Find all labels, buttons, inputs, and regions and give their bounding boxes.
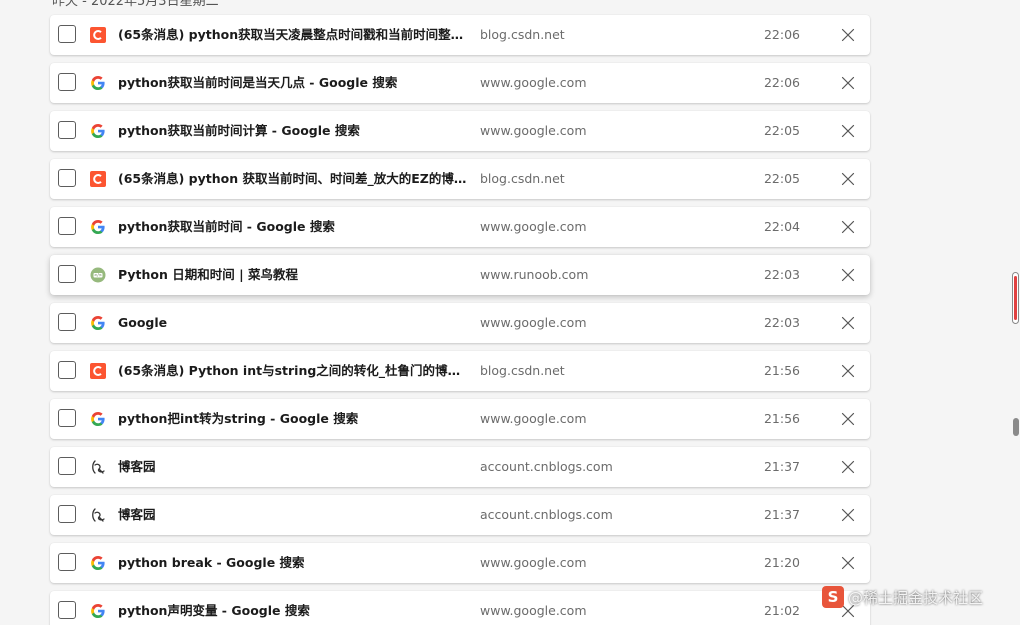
history-row[interactable]: python声明变量 - Google 搜索 www.google.com 21… (50, 591, 870, 625)
row-checkbox[interactable] (58, 601, 76, 619)
row-checkbox[interactable] (58, 169, 76, 187)
row-title[interactable]: python获取当前时间计算 - Google 搜索 (118, 111, 470, 151)
history-row[interactable]: Google www.google.com 22:03 (50, 303, 870, 343)
row-domain: www.google.com (480, 411, 587, 426)
watermark: S @稀土掘金技术社区 (822, 584, 983, 610)
row-domain: www.google.com (480, 75, 587, 90)
row-time: 21:56 (763, 363, 800, 378)
row-title[interactable]: (65条消息) python获取当天凌晨整点时间戳和当前时间整点时... (118, 15, 470, 55)
row-title[interactable]: python break - Google 搜索 (118, 543, 470, 583)
row-domain: blog.csdn.net (480, 171, 565, 186)
row-domain: blog.csdn.net (480, 363, 565, 378)
row-domain: www.runoob.com (480, 267, 589, 282)
close-icon[interactable] (840, 363, 856, 379)
row-checkbox[interactable] (58, 505, 76, 523)
scrollbar-thumb-outer[interactable] (1012, 272, 1019, 324)
watermark-text: @稀土掘金技术社区 (848, 588, 984, 607)
close-icon[interactable] (840, 555, 856, 571)
csdn-icon (90, 27, 106, 43)
row-domain: www.google.com (480, 123, 587, 138)
row-time: 21:56 (763, 411, 800, 426)
row-time: 22:06 (763, 75, 800, 90)
row-time: 22:04 (763, 219, 800, 234)
close-icon[interactable] (840, 267, 856, 283)
row-time: 22:03 (763, 315, 800, 330)
row-domain: account.cnblogs.com (480, 507, 613, 522)
google-icon (90, 315, 106, 331)
row-title[interactable]: (65条消息) python 获取当前时间、时间差_放大的EZ的博客-CS... (118, 159, 470, 199)
row-checkbox[interactable] (58, 25, 76, 43)
row-time: 21:37 (763, 459, 800, 474)
row-title[interactable]: python获取当前时间 - Google 搜索 (118, 207, 470, 247)
google-icon (90, 411, 106, 427)
row-checkbox[interactable] (58, 217, 76, 235)
google-icon (90, 219, 106, 235)
google-icon (90, 603, 106, 619)
row-domain: www.google.com (480, 603, 587, 618)
row-time: 22:05 (763, 171, 800, 186)
history-row[interactable]: python break - Google 搜索 www.google.com … (50, 543, 870, 583)
row-time: 21:20 (763, 555, 800, 570)
close-icon[interactable] (840, 27, 856, 43)
history-row[interactable]: 博客园 account.cnblogs.com 21:37 (50, 447, 870, 487)
row-time: 21:37 (763, 507, 800, 522)
row-title[interactable]: 博客园 (118, 447, 470, 487)
google-icon (90, 75, 106, 91)
row-time: 21:02 (763, 603, 800, 618)
history-list: (65条消息) python获取当天凌晨整点时间戳和当前时间整点时... blo… (50, 15, 870, 625)
row-title[interactable]: Python 日期和时间 | 菜鸟教程 (118, 255, 470, 295)
scrollbar-thumb[interactable] (1013, 418, 1019, 436)
row-checkbox[interactable] (58, 361, 76, 379)
row-domain: www.google.com (480, 555, 587, 570)
close-icon[interactable] (840, 219, 856, 235)
row-title[interactable]: 博客园 (118, 495, 470, 535)
row-checkbox[interactable] (58, 265, 76, 283)
svg-text:</>: </> (94, 273, 102, 278)
row-domain: www.google.com (480, 219, 587, 234)
close-icon[interactable] (840, 75, 856, 91)
google-icon (90, 555, 106, 571)
close-icon[interactable] (840, 315, 856, 331)
cnblogs-icon (90, 507, 106, 523)
history-page: 昨天 - 2022年5月3日星期二 (65条消息) python获取当天凌晨整点… (0, 0, 1020, 625)
close-icon[interactable] (840, 171, 856, 187)
history-row[interactable]: python获取当前时间 - Google 搜索 www.google.com … (50, 207, 870, 247)
row-domain: www.google.com (480, 315, 587, 330)
row-time: 22:06 (763, 27, 800, 42)
history-row[interactable]: 博客园 account.cnblogs.com 21:37 (50, 495, 870, 535)
row-checkbox[interactable] (58, 121, 76, 139)
history-row[interactable]: (65条消息) python 获取当前时间、时间差_放大的EZ的博客-CS...… (50, 159, 870, 199)
history-row[interactable]: python获取当前时间计算 - Google 搜索 www.google.co… (50, 111, 870, 151)
row-time: 22:03 (763, 267, 800, 282)
cnblogs-icon (90, 459, 106, 475)
row-title[interactable]: python声明变量 - Google 搜索 (118, 591, 470, 625)
close-icon[interactable] (840, 459, 856, 475)
row-title[interactable]: (65条消息) Python int与string之间的转化_杜鲁门的博客-CS… (118, 351, 470, 391)
runoob-icon: </> (90, 267, 106, 283)
history-row[interactable]: python把int转为string - Google 搜索 www.googl… (50, 399, 870, 439)
google-icon (90, 123, 106, 139)
row-checkbox[interactable] (58, 409, 76, 427)
row-checkbox[interactable] (58, 553, 76, 571)
row-title[interactable]: python获取当前时间是当天几点 - Google 搜索 (118, 63, 470, 103)
history-row[interactable]: </> Python 日期和时间 | 菜鸟教程 www.runoob.com 2… (50, 255, 870, 295)
row-title[interactable]: Google (118, 303, 470, 343)
history-row[interactable]: (65条消息) python获取当天凌晨整点时间戳和当前时间整点时... blo… (50, 15, 870, 55)
row-domain: account.cnblogs.com (480, 459, 613, 474)
row-domain: blog.csdn.net (480, 27, 565, 42)
csdn-icon (90, 171, 106, 187)
row-checkbox[interactable] (58, 457, 76, 475)
row-checkbox[interactable] (58, 313, 76, 331)
csdn-icon (90, 363, 106, 379)
close-icon[interactable] (840, 123, 856, 139)
history-row[interactable]: python获取当前时间是当天几点 - Google 搜索 www.google… (50, 63, 870, 103)
row-checkbox[interactable] (58, 73, 76, 91)
date-group-header: 昨天 - 2022年5月3日星期二 (52, 0, 219, 9)
close-icon[interactable] (840, 411, 856, 427)
watermark-logo: S (822, 586, 844, 608)
close-icon[interactable] (840, 507, 856, 523)
history-row[interactable]: (65条消息) Python int与string之间的转化_杜鲁门的博客-CS… (50, 351, 870, 391)
row-time: 22:05 (763, 123, 800, 138)
row-title[interactable]: python把int转为string - Google 搜索 (118, 399, 470, 439)
